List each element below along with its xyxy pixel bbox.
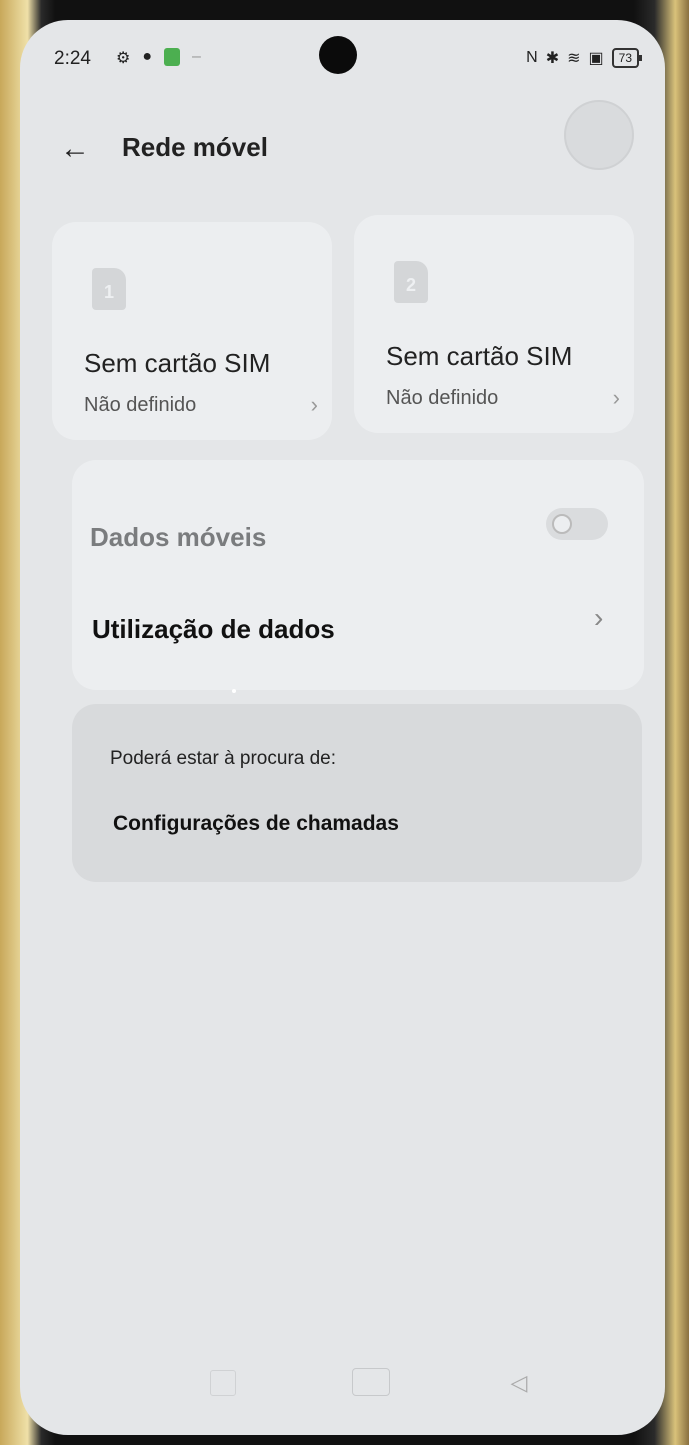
status-time: 2:24 — [54, 48, 91, 69]
sim-card-1[interactable]: 1 Sem cartão SIM Não definido › — [52, 222, 332, 440]
mobile-data-label[interactable]: Dados móveis — [90, 522, 266, 553]
sim-status: Não definido — [84, 394, 197, 416]
sim-x-icon: ▣ — [588, 50, 604, 67]
status-left-icons: ⚙ ● – — [116, 48, 201, 68]
settings-icon: ⚙ — [116, 50, 131, 67]
dash-icon: – — [192, 48, 201, 65]
page-title: Rede móvel — [122, 132, 268, 162]
wifi-icon: ≋ — [567, 50, 581, 67]
mobile-data-toggle[interactable] — [546, 508, 608, 540]
data-settings-card — [72, 460, 644, 690]
data-usage-item[interactable]: Utilização de dados — [92, 614, 335, 645]
status-right-icons: N ✱ ≋ ▣ 73 — [526, 48, 643, 68]
sim-card-2[interactable]: 2 Sem cartão SIM Não definido › — [354, 215, 634, 433]
chevron-right-icon: › — [310, 392, 318, 417]
back-arrow-icon[interactable]: ← — [56, 132, 94, 166]
app-green-icon — [164, 48, 181, 66]
phone-screen: 2:24 ⚙ ● – N ✱ ≋ ▣ 73 ← Rede móvel 1 Sem… — [20, 20, 665, 1435]
nfc-icon: N — [526, 49, 538, 66]
chevron-right-icon: › — [612, 385, 620, 410]
bluetooth-icon: ✱ — [545, 50, 560, 67]
status-bar: 2:24 ⚙ ● – N ✱ ≋ ▣ 73 — [54, 46, 643, 74]
call-settings-link[interactable]: Configurações de chamadas — [113, 812, 399, 836]
battery-icon: 73 — [611, 48, 643, 68]
sim-status: Não definido — [386, 387, 499, 409]
sim-icon: 1 — [92, 268, 126, 310]
account-avatar[interactable] — [564, 100, 634, 170]
page-indicator-dot — [232, 689, 236, 693]
sim-label: Sem cartão SIM — [84, 348, 271, 378]
suggestions-heading: Poderá estar à procura de: — [110, 748, 337, 769]
suggestions-card — [72, 704, 642, 882]
back-icon[interactable]: ◁ — [504, 1368, 534, 1398]
bug-icon: ● — [142, 48, 153, 65]
sim-icon: 2 — [394, 261, 428, 303]
home-icon[interactable] — [352, 1368, 390, 1396]
recent-apps-icon[interactable] — [210, 1370, 236, 1396]
sim-label: Sem cartão SIM — [386, 341, 573, 371]
chevron-right-icon: › — [594, 602, 604, 633]
